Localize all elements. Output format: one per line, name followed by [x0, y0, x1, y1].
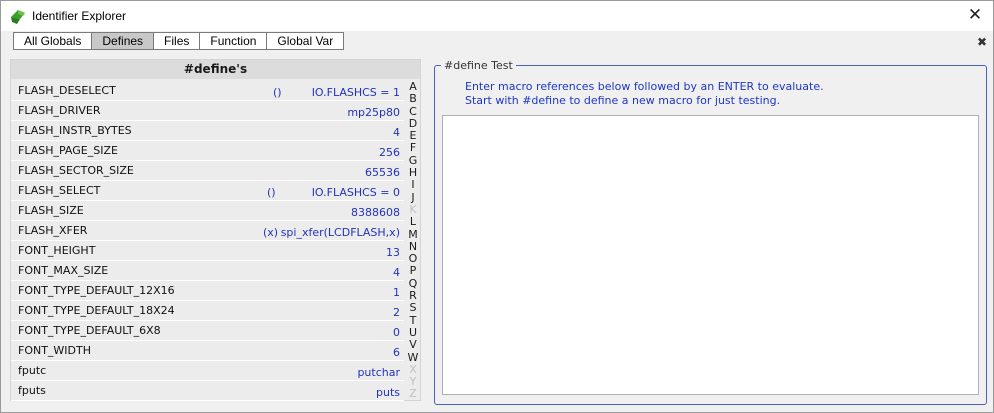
alpha-letter-m[interactable]: M — [406, 228, 420, 241]
tab-bar: All Globals Defines Files Function Globa… — [13, 32, 345, 50]
alpha-letter-l[interactable]: L — [406, 215, 420, 228]
identifier-explorer-logo-icon — [11, 10, 25, 24]
close-panel-icon[interactable]: ✖ — [977, 35, 987, 49]
define-test-title: #define Test — [441, 59, 516, 72]
define-name: FONT_MAX_SIZE — [18, 264, 109, 277]
list-item[interactable]: FONT_HEIGHT 13 — [11, 241, 404, 261]
alpha-letter-p[interactable]: P — [406, 265, 420, 278]
list-item[interactable]: FLASH_INSTR_BYTES 4 — [11, 121, 404, 141]
list-item[interactable]: FONT_TYPE_DEFAULT_18X24 2 — [11, 301, 404, 321]
list-item[interactable]: FLASH_DESELECT () IO.FLASHCS = 1 — [11, 81, 404, 101]
define-value: 4 — [393, 126, 400, 139]
list-item[interactable]: FLASH_PAGE_SIZE 256 — [11, 141, 404, 161]
define-value: 1 — [393, 286, 400, 299]
define-name: fputc — [18, 364, 47, 377]
list-item[interactable]: FONT_MAX_SIZE 4 — [11, 261, 404, 281]
alpha-letter-i[interactable]: I — [406, 179, 420, 192]
define-value: 13 — [386, 246, 400, 259]
define-value: 6 — [393, 346, 400, 359]
define-value: puts — [376, 386, 400, 399]
define-name: FONT_TYPE_DEFAULT_18X24 — [18, 304, 175, 317]
define-value: spi_xfer(LCDFLASH,x) — [280, 226, 400, 239]
list-item[interactable]: FONT_TYPE_DEFAULT_6X8 0 — [11, 321, 404, 341]
alpha-letter-f[interactable]: F — [406, 142, 420, 155]
macro-eval-input[interactable] — [442, 115, 979, 395]
define-value: mp25p80 — [347, 106, 400, 119]
title-bar: Identifier Explorer ✕ — [1, 1, 993, 31]
define-value: 2 — [393, 306, 400, 319]
define-args: (x) — [263, 226, 279, 239]
define-name: FLASH_XFER — [18, 224, 88, 237]
define-value: 65536 — [365, 166, 400, 179]
define-args: () — [267, 186, 276, 199]
define-value: 4 — [393, 266, 400, 279]
define-name: FLASH_DRIVER — [18, 104, 101, 117]
define-value: IO.FLASHCS = 1 — [311, 86, 400, 99]
define-value: 8388608 — [351, 206, 400, 219]
tab-function[interactable]: Function — [200, 32, 268, 50]
alpha-letter-z: Z — [409, 387, 417, 401]
define-name: FLASH_SELECT — [18, 184, 101, 197]
define-name: FLASH_SECTOR_SIZE — [18, 164, 134, 177]
define-name: FONT_TYPE_DEFAULT_12X16 — [18, 284, 175, 297]
window-title: Identifier Explorer — [32, 9, 127, 23]
list-item[interactable]: FLASH_SECTOR_SIZE 65536 — [11, 161, 404, 181]
define-name: FLASH_SIZE — [18, 204, 84, 217]
define-name: FONT_TYPE_DEFAULT_6X8 — [18, 324, 161, 337]
define-name: FLASH_DESELECT — [18, 84, 116, 97]
tab-global-var[interactable]: Global Var — [267, 32, 345, 50]
close-icon[interactable]: ✕ — [965, 5, 985, 25]
list-item[interactable]: FONT_TYPE_DEFAULT_12X16 1 — [11, 281, 404, 301]
alphabet-index: A B C D E F G H I J K L M N O P Q R S T … — [406, 80, 420, 401]
list-item[interactable]: FLASH_SELECT () IO.FLASHCS = 0 — [11, 181, 404, 201]
define-value: 0 — [393, 326, 400, 339]
defines-list: FLASH_DESELECT () IO.FLASHCS = 1 FLASH_D… — [11, 81, 404, 401]
list-item[interactable]: FLASH_DRIVER mp25p80 — [11, 101, 404, 121]
define-name: fputs — [18, 384, 46, 397]
defines-list-panel: #define's FLASH_DESELECT () IO.FLASHCS =… — [10, 59, 421, 401]
alpha-letter-s[interactable]: S — [406, 302, 420, 315]
define-test-hint: Enter macro references below followed by… — [465, 80, 824, 93]
define-name: FONT_HEIGHT — [18, 244, 96, 257]
alpha-letter-v[interactable]: V — [406, 338, 420, 351]
list-item[interactable]: FLASH_SIZE 8388608 — [11, 201, 404, 221]
define-name: FONT_WIDTH — [18, 344, 92, 357]
list-item[interactable]: fputc putchar — [11, 361, 404, 381]
tab-all-globals[interactable]: All Globals — [13, 32, 93, 50]
alpha-letter-b[interactable]: B — [406, 92, 420, 105]
define-args: () — [273, 86, 282, 99]
alpha-letter-w[interactable]: W — [406, 351, 420, 364]
define-value: putchar — [357, 366, 400, 379]
define-value: IO.FLASHCS = 0 — [311, 186, 400, 199]
defines-list-header: #define's — [11, 60, 420, 79]
define-value: 256 — [379, 146, 400, 159]
list-item[interactable]: fputs puts — [11, 381, 404, 401]
tab-defines[interactable]: Defines — [92, 32, 155, 50]
identifier-explorer-window: Identifier Explorer ✕ All Globals Define… — [0, 0, 994, 413]
define-name: FLASH_INSTR_BYTES — [18, 124, 132, 137]
tab-files[interactable]: Files — [154, 32, 201, 50]
define-test-hint: Start with #define to define a new macro… — [465, 94, 781, 107]
define-name: FLASH_PAGE_SIZE — [18, 144, 118, 157]
list-item[interactable]: FLASH_XFER (x) spi_xfer(LCDFLASH,x) — [11, 221, 404, 241]
list-item[interactable]: FONT_WIDTH 6 — [11, 341, 404, 361]
